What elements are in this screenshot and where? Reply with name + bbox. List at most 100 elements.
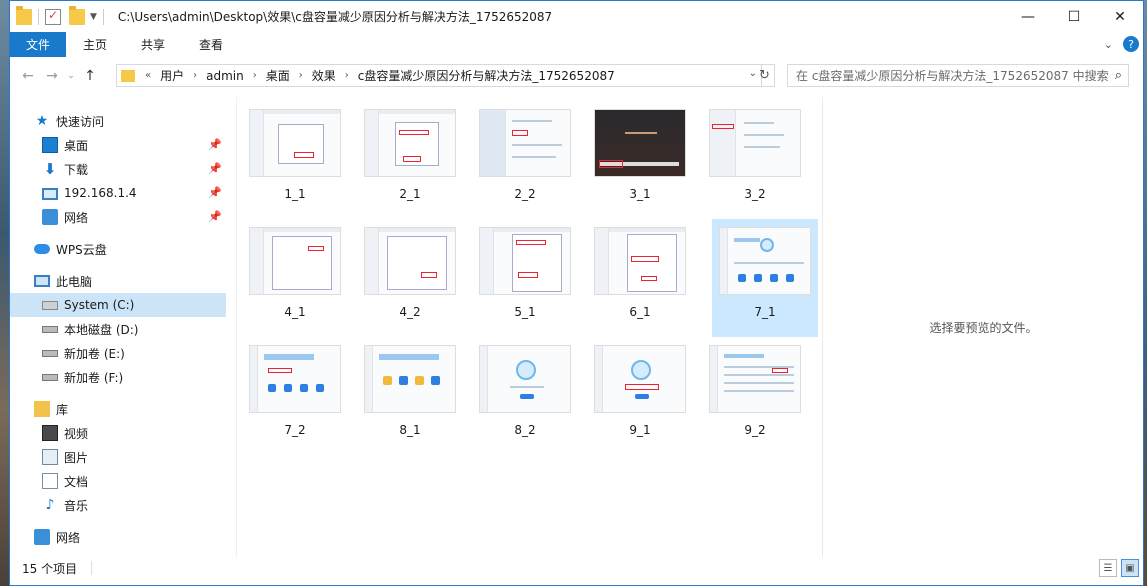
pin-icon[interactable]: 📌: [208, 138, 222, 151]
pin-icon[interactable]: 📌: [208, 210, 222, 223]
drive-icon: [42, 373, 58, 381]
pane-divider: [236, 97, 237, 557]
search-icon: ⌕: [1114, 68, 1122, 83]
file-item[interactable]: 2_1: [357, 101, 463, 219]
minimize-button[interactable]: —: [1005, 1, 1051, 32]
cloud-icon: [34, 244, 50, 254]
window-controls: — ☐ ✕: [1005, 1, 1143, 32]
recent-locations-icon[interactable]: ⌄: [64, 71, 78, 81]
sidebar-item-desktop[interactable]: 桌面 📌: [10, 133, 226, 157]
sidebar-item-label: 库: [56, 402, 69, 417]
thumbnail: [709, 109, 801, 177]
file-item[interactable]: 4_1: [242, 219, 348, 337]
network-icon: [34, 529, 50, 545]
file-item[interactable]: 6_1: [587, 219, 693, 337]
file-item[interactable]: 3_2: [702, 101, 808, 219]
sidebar-item-network-host[interactable]: 192.168.1.4 📌: [10, 181, 226, 205]
expand-ribbon-icon[interactable]: ⌄: [1104, 38, 1113, 51]
close-button[interactable]: ✕: [1097, 1, 1143, 32]
pin-icon[interactable]: 📌: [208, 186, 222, 199]
maximize-button[interactable]: ☐: [1051, 1, 1097, 32]
tab-share[interactable]: 共享: [124, 32, 182, 57]
tab-file[interactable]: 文件: [10, 32, 67, 57]
chevron-right-icon[interactable]: ›: [253, 70, 257, 81]
file-item[interactable]: 4_2: [357, 219, 463, 337]
pin-icon[interactable]: 📌: [208, 162, 222, 175]
address-bar[interactable]: « 用户 › admin › 桌面 › 效果 › c盘容量减少原因分析与解决方法…: [116, 64, 762, 87]
network-icon: [42, 209, 58, 225]
sidebar-item-drive-d[interactable]: 本地磁盘 (D:): [10, 317, 226, 341]
monitor-icon: [42, 188, 58, 200]
system-drive-icon: [42, 300, 58, 310]
sidebar-item-libraries[interactable]: 库: [10, 397, 226, 421]
thumbnail: [594, 227, 686, 295]
breadcrumb-effects[interactable]: 效果: [312, 67, 336, 84]
document-icon: [42, 473, 58, 489]
large-icons-view-icon[interactable]: ▣: [1121, 559, 1139, 577]
sidebar-item-label: 文档: [64, 474, 89, 489]
file-item[interactable]: 2_2: [472, 101, 578, 219]
refresh-icon[interactable]: ↻: [755, 64, 775, 87]
sidebar-item-network[interactable]: 网络: [10, 525, 226, 549]
video-icon: [42, 425, 58, 441]
breadcrumb-admin[interactable]: admin: [206, 69, 244, 83]
chevron-right-icon[interactable]: ›: [193, 70, 197, 81]
thumbnail: [594, 345, 686, 413]
thumbnail: [249, 109, 341, 177]
search-input[interactable]: 在 c盘容量减少原因分析与解决方法_1752652087 中搜索 ⌕: [787, 64, 1129, 87]
sidebar-item-drive-e[interactable]: 新加卷 (E:): [10, 341, 226, 365]
sidebar-item-drive-f[interactable]: 新加卷 (F:): [10, 365, 226, 389]
chevron-right-icon[interactable]: ›: [299, 70, 303, 81]
customize-qat-icon[interactable]: ▼: [90, 12, 97, 22]
view-switcher: ☰ ▣: [1099, 559, 1139, 577]
thumbnail: [709, 345, 801, 413]
sidebar-item-wps-cloud[interactable]: WPS云盘: [10, 237, 226, 261]
file-item[interactable]: 1_1: [242, 101, 348, 219]
help-icon[interactable]: ?: [1123, 36, 1139, 52]
download-icon: ⬇: [43, 160, 57, 178]
file-name: 7_2: [284, 423, 306, 437]
preview-pane: 选择要预览的文件。: [822, 97, 1144, 557]
sidebar-item-this-pc[interactable]: 此电脑: [10, 269, 226, 293]
sidebar-item-drive-c[interactable]: System (C:): [10, 293, 226, 317]
sidebar-item-network-pinned[interactable]: 网络 📌: [10, 205, 226, 229]
title-bar: ▼ C:\Users\admin\Desktop\效果\c盘容量减少原因分析与解…: [10, 1, 1143, 32]
file-item-selected[interactable]: 7_1: [712, 219, 818, 337]
properties-icon[interactable]: [45, 8, 61, 25]
file-item[interactable]: 8_1: [357, 337, 463, 455]
breadcrumb-users[interactable]: 用户: [160, 67, 184, 84]
file-item[interactable]: 9_1: [587, 337, 693, 455]
tab-view[interactable]: 查看: [182, 32, 240, 57]
sidebar-item-videos[interactable]: 视频: [10, 421, 226, 445]
sidebar-item-documents[interactable]: 文档: [10, 469, 226, 493]
thumbnail: [249, 227, 341, 295]
navigation-bar: ← → ⌄ ↑ « 用户 › admin › 桌面 › 效果 › c盘容量减少原…: [10, 59, 1143, 93]
back-icon[interactable]: ←: [16, 68, 40, 84]
sidebar-item-downloads[interactable]: ⬇ 下载 📌: [10, 157, 226, 181]
file-name: 7_1: [754, 305, 776, 319]
chevron-right-icon[interactable]: ›: [345, 70, 349, 81]
file-name: 9_1: [629, 423, 651, 437]
tab-home[interactable]: 主页: [66, 32, 124, 57]
details-view-icon[interactable]: ☰: [1099, 559, 1117, 577]
breadcrumb-current-folder[interactable]: c盘容量减少原因分析与解决方法_1752652087: [358, 67, 615, 84]
file-item[interactable]: 9_2: [702, 337, 808, 455]
preview-message: 选择要预览的文件。: [929, 320, 1038, 335]
navigation-pane: ★ 快速访问 桌面 📌 ⬇ 下载 📌 192.168.1.4 📌 网络 📌 WP…: [10, 97, 226, 557]
sidebar-item-pictures[interactable]: 图片: [10, 445, 226, 469]
overflow-chevron[interactable]: «: [145, 70, 151, 81]
file-item[interactable]: 3_1: [587, 101, 693, 219]
sidebar-item-label: 图片: [64, 450, 89, 465]
file-name: 2_2: [514, 187, 536, 201]
up-icon[interactable]: ↑: [78, 68, 102, 84]
sidebar-item-label: 下载: [64, 162, 89, 177]
file-item[interactable]: 8_2: [472, 337, 578, 455]
new-folder-icon[interactable]: [69, 5, 85, 25]
sidebar-item-music[interactable]: ♪ 音乐: [10, 493, 226, 517]
item-count: 15 个项目: [22, 561, 78, 576]
forward-icon[interactable]: →: [40, 68, 64, 84]
file-item[interactable]: 7_2: [242, 337, 348, 455]
file-item[interactable]: 5_1: [472, 219, 578, 337]
breadcrumb-desktop[interactable]: 桌面: [266, 67, 290, 84]
sidebar-item-quick-access[interactable]: ★ 快速访问: [10, 109, 226, 133]
